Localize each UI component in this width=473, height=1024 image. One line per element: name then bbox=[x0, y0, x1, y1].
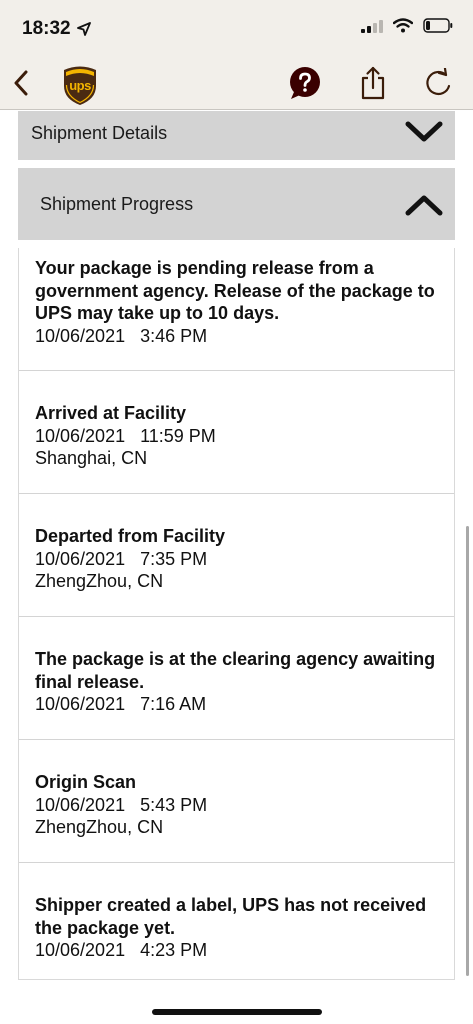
refresh-button[interactable] bbox=[423, 67, 453, 99]
event-datetime: 10/06/2021 11:59 PM bbox=[35, 425, 216, 446]
event-location: ZhengZhou, CN bbox=[35, 817, 164, 837]
status-time: 18:32 bbox=[22, 18, 91, 40]
event-datetime: 10/06/2021 7:16 AM bbox=[35, 694, 207, 714]
event-description: Your package is pending release from a g… bbox=[35, 258, 435, 323]
event-description: Shipper created a label, UPS has not rec… bbox=[35, 895, 427, 938]
event-location: ZhengZhou, CN bbox=[35, 571, 164, 591]
cellular-signal-icon bbox=[361, 19, 383, 33]
refresh-icon bbox=[426, 68, 451, 96]
wifi-icon bbox=[393, 18, 413, 33]
progress-event: Your package is pending release from a g… bbox=[19, 248, 454, 371]
battery-icon bbox=[423, 18, 453, 33]
help-button[interactable] bbox=[288, 66, 322, 100]
event-datetime: 10/06/2021 3:46 PM bbox=[35, 325, 208, 346]
share-icon bbox=[361, 66, 385, 100]
back-button[interactable] bbox=[8, 66, 34, 100]
chevron-left-icon bbox=[14, 70, 28, 96]
progress-event-list: Your package is pending release from a g… bbox=[18, 248, 455, 980]
ups-logo: ups bbox=[62, 64, 98, 106]
nav-bar: ups bbox=[0, 56, 473, 110]
shipment-progress-label: Shipment Progress bbox=[40, 194, 194, 214]
shipment-details-header[interactable]: Shipment Details bbox=[18, 111, 455, 160]
event-description: Arrived at Facility bbox=[35, 403, 187, 423]
progress-event: Origin Scan 10/06/2021 5:43 PM ZhengZhou… bbox=[19, 740, 454, 863]
chevron-down-icon bbox=[405, 121, 443, 142]
progress-event: Arrived at Facility 10/06/2021 11:59 PM … bbox=[19, 371, 454, 494]
ups-logo-text: ups bbox=[69, 78, 91, 93]
status-icons bbox=[361, 18, 453, 33]
chevron-up-icon bbox=[405, 195, 443, 216]
shipment-progress-header[interactable]: Shipment Progress bbox=[18, 168, 455, 240]
home-indicator[interactable] bbox=[152, 1009, 322, 1015]
help-bubble-icon bbox=[290, 67, 320, 99]
event-description: Departed from Facility bbox=[35, 526, 226, 546]
location-arrow-icon bbox=[76, 22, 91, 36]
progress-event: Shipper created a label, UPS has not rec… bbox=[19, 863, 454, 979]
event-description: The package is at the clearing agency aw… bbox=[35, 649, 436, 692]
share-button[interactable] bbox=[358, 65, 388, 101]
vertical-scrollbar[interactable] bbox=[466, 526, 469, 976]
event-location: Shanghai, CN bbox=[35, 448, 148, 468]
shipment-details-label: Shipment Details bbox=[31, 123, 168, 143]
event-datetime: 10/06/2021 4:23 PM bbox=[35, 940, 208, 960]
progress-event: Departed from Facility 10/06/2021 7:35 P… bbox=[19, 494, 454, 617]
event-description: Origin Scan bbox=[35, 772, 137, 792]
tracking-content: Shipment Details Shipment Progress Your … bbox=[0, 111, 473, 1024]
event-datetime: 10/06/2021 7:35 PM bbox=[35, 548, 208, 569]
event-datetime: 10/06/2021 5:43 PM bbox=[35, 794, 208, 815]
progress-event: The package is at the clearing agency aw… bbox=[19, 617, 454, 740]
app-header: 18:32 ups bbox=[0, 0, 473, 110]
